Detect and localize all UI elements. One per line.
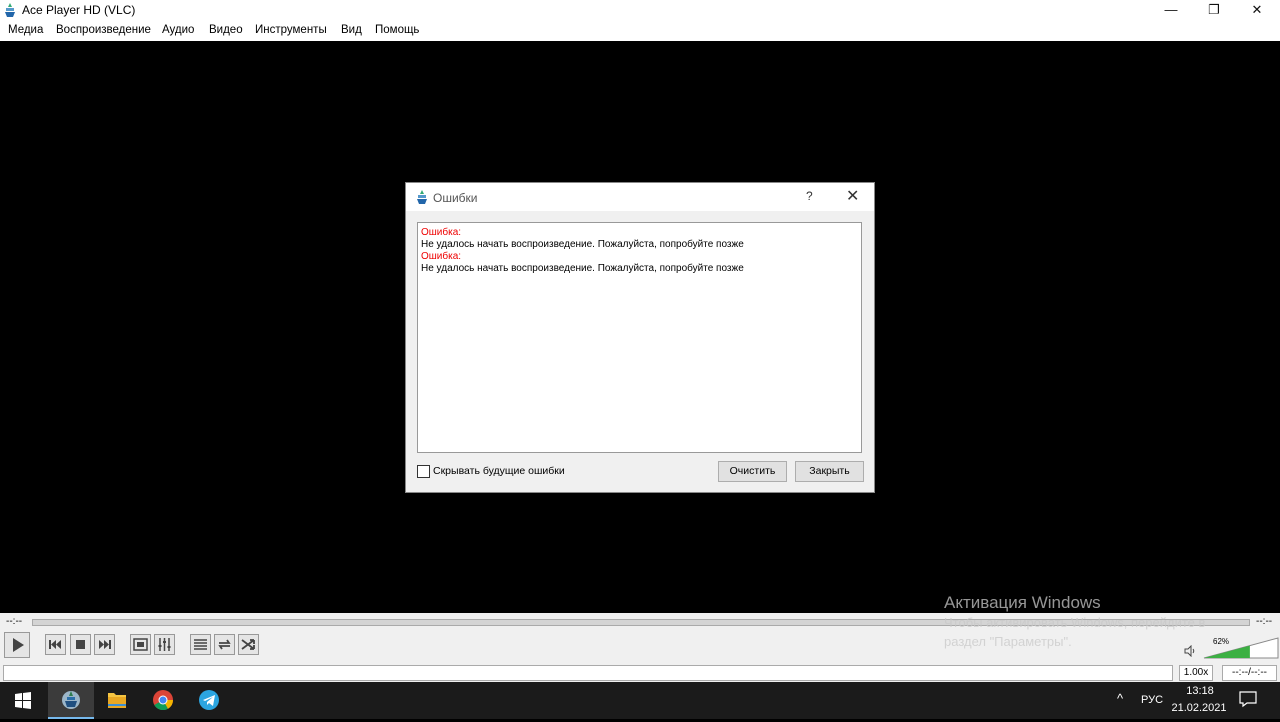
clock-time[interactable]: 13:18 bbox=[1180, 685, 1220, 697]
menu-video[interactable]: Видео bbox=[209, 24, 243, 36]
close-window-button[interactable]: ✕ bbox=[1238, 0, 1276, 20]
dialog-close-button[interactable]: ✕ bbox=[846, 186, 859, 206]
watermark-title: Активация Windows bbox=[944, 593, 1101, 612]
dialog-title: Ошибки bbox=[433, 191, 478, 205]
maximize-button[interactable]: ❐ bbox=[1195, 0, 1233, 20]
error-message: Не удалось начать воспроизведение. Пожал… bbox=[421, 239, 744, 250]
loop-icon bbox=[218, 639, 231, 650]
play-icon bbox=[13, 638, 24, 652]
stop-button[interactable] bbox=[70, 634, 91, 655]
fullscreen-icon bbox=[133, 638, 148, 651]
menu-media[interactable]: Медиа bbox=[8, 24, 43, 36]
errors-dialog: Ошибки ? ✕ Ошибка: Не удалось начать вос… bbox=[405, 182, 875, 493]
previous-icon bbox=[49, 640, 61, 649]
tray-overflow-icon[interactable]: ^ bbox=[1117, 691, 1123, 706]
equalizer-icon bbox=[158, 638, 171, 651]
playback-speed[interactable]: 1.00x bbox=[1179, 665, 1213, 681]
hide-future-errors-checkbox[interactable] bbox=[417, 465, 430, 478]
ace-player-icon bbox=[62, 691, 80, 709]
elapsed-time: --:-- bbox=[6, 616, 23, 627]
next-button[interactable] bbox=[94, 634, 115, 655]
shuffle-button[interactable] bbox=[238, 634, 259, 655]
menu-bar: Медиа Воспроизведение Аудио Видео Инстру… bbox=[0, 20, 1280, 41]
start-button[interactable] bbox=[0, 682, 46, 719]
playlist-icon bbox=[194, 639, 207, 650]
notifications-icon[interactable] bbox=[1239, 690, 1257, 708]
folder-icon bbox=[108, 693, 126, 708]
help-button[interactable]: ? bbox=[806, 189, 813, 203]
stop-icon bbox=[76, 640, 85, 649]
taskbar: ^ РУС 13:18 21.02.2021 bbox=[0, 682, 1280, 719]
menu-tools[interactable]: Инструменты bbox=[255, 24, 327, 36]
menu-help[interactable]: Помощь bbox=[375, 24, 419, 36]
window-title: Ace Player HD (VLC) bbox=[22, 3, 136, 17]
hide-future-errors-label[interactable]: Скрывать будущие ошибки bbox=[433, 465, 565, 477]
next-icon bbox=[99, 640, 111, 649]
menu-playback[interactable]: Воспроизведение bbox=[56, 24, 151, 36]
clear-button[interactable]: Очистить bbox=[718, 461, 787, 482]
taskbar-chrome[interactable] bbox=[140, 682, 186, 719]
playlist-button[interactable] bbox=[190, 634, 211, 655]
loop-button[interactable] bbox=[214, 634, 235, 655]
minimize-button[interactable]: — bbox=[1152, 0, 1190, 20]
menu-audio[interactable]: Аудио bbox=[162, 24, 194, 36]
title-bar: Ace Player HD (VLC) — ❐ ✕ bbox=[0, 0, 1280, 20]
dialog-title-bar: Ошибки ? ✕ bbox=[406, 183, 874, 211]
volume-slider[interactable] bbox=[1203, 637, 1279, 659]
ace-player-icon bbox=[417, 190, 427, 204]
activation-watermark: Активация Windows Чтобы активировать Win… bbox=[944, 593, 1205, 651]
error-log[interactable]: Ошибка: Не удалось начать воспроизведени… bbox=[417, 222, 862, 453]
watermark-line: Чтобы активировать Windows, перейдите в bbox=[944, 615, 1206, 630]
chrome-icon bbox=[153, 690, 174, 711]
previous-button[interactable] bbox=[45, 634, 66, 655]
play-button[interactable] bbox=[4, 632, 30, 658]
status-bar bbox=[3, 665, 1173, 681]
clock-date[interactable]: 21.02.2021 bbox=[1170, 702, 1228, 714]
error-label: Ошибка: bbox=[421, 227, 462, 238]
watermark-line: раздел "Параметры". bbox=[944, 634, 1072, 649]
language-indicator[interactable]: РУС bbox=[1141, 694, 1163, 706]
error-label: Ошибка: bbox=[421, 251, 462, 262]
fullscreen-button[interactable] bbox=[130, 634, 151, 655]
close-button[interactable]: Закрыть bbox=[795, 461, 864, 482]
taskbar-ace-player[interactable] bbox=[48, 682, 94, 719]
time-display[interactable]: --:--/--:-- bbox=[1222, 665, 1277, 681]
windows-icon bbox=[15, 692, 31, 709]
error-message: Не удалось начать воспроизведение. Пожал… bbox=[421, 263, 744, 274]
taskbar-telegram[interactable] bbox=[186, 682, 232, 719]
menu-view[interactable]: Вид bbox=[341, 24, 362, 36]
taskbar-file-explorer[interactable] bbox=[94, 682, 140, 719]
total-time: --:-- bbox=[1256, 616, 1273, 627]
extended-settings-button[interactable] bbox=[154, 634, 175, 655]
ace-player-icon bbox=[5, 3, 15, 17]
telegram-icon bbox=[199, 690, 219, 710]
shuffle-icon bbox=[241, 639, 255, 650]
